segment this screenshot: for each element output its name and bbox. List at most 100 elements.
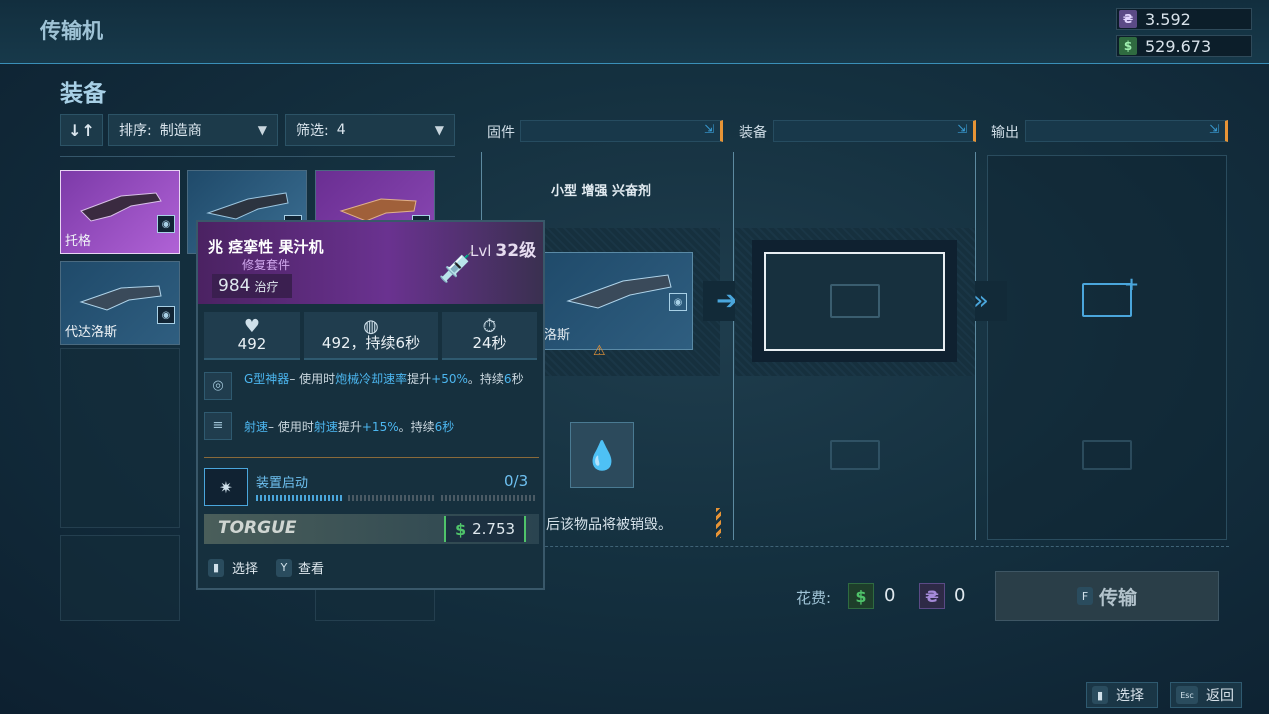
- perk-fire-rate: ≡ 射速– 使用时射速提升+15%。持续6秒: [204, 412, 539, 442]
- output-panel: [987, 155, 1227, 540]
- firmware-label: 固件: [487, 125, 515, 141]
- select-button[interactable]: ▮ 选择: [1086, 682, 1158, 708]
- hint-select: 选择: [232, 562, 259, 577]
- device-activation-icon: ✷: [204, 468, 248, 506]
- back-label: 返回: [1206, 688, 1234, 704]
- filter-label: 筛选:: [296, 123, 329, 139]
- perk-g-artifact: ◎ G型神器– 使用时炮械冷却速率提升+50%。持续6秒: [204, 372, 539, 404]
- warning-text: 后该物品将被销毁。: [546, 517, 672, 533]
- heal-unit: 治疗: [254, 280, 279, 294]
- eridium-icon: ₴: [1119, 10, 1137, 28]
- tooltip-divider: [204, 457, 539, 458]
- sort-direction-button[interactable]: ↓↑: [60, 114, 103, 146]
- cash-icon: $: [848, 583, 874, 609]
- activation-label: 装置启动: [256, 476, 309, 491]
- filter-value: 4: [336, 122, 346, 138]
- cost-cash: 0: [884, 585, 896, 606]
- eridium-balance: ₴ 3.592: [1116, 8, 1252, 30]
- section-title: 装备: [60, 81, 106, 107]
- level-value: 32级: [495, 241, 537, 261]
- item-tooltip: 兆 痉挛性 果汁机 Lvl 32级 修复套件 984 治疗 💉 ♥ 492 ◍ 492，…: [196, 220, 545, 590]
- expand-icon: ⇲: [1208, 122, 1219, 136]
- plus-icon: +: [1124, 274, 1140, 295]
- chevron-down-icon: ▼: [434, 123, 444, 137]
- firmware-title: 小型 增强 兴奋剂: [551, 184, 652, 199]
- cash-value: 529.673: [1145, 36, 1212, 56]
- expand-icon: ⇲: [703, 122, 714, 136]
- sort-label: 排序:: [119, 123, 152, 139]
- stat-cooldown: ⏱ 24秒: [442, 312, 537, 360]
- select-label: 选择: [1116, 688, 1144, 704]
- activation-bar: [256, 495, 343, 501]
- back-button[interactable]: Esc 返回: [1170, 682, 1242, 708]
- gear-header-bar[interactable]: ⇲: [773, 120, 976, 142]
- inventory-item-daedalus[interactable]: ◉ 代达洛斯: [60, 261, 180, 345]
- activation-bar: [441, 495, 537, 501]
- tooltip-item-name: 兆 痉挛性 果汁机: [208, 238, 324, 256]
- transfer-button[interactable]: F 传输: [995, 571, 1219, 621]
- mouse-icon: ▮: [208, 558, 224, 577]
- hint-view: 查看: [298, 562, 325, 577]
- cash-icon: $: [1119, 37, 1137, 55]
- gear-slot[interactable]: [764, 252, 945, 351]
- warning-icon: ⚠: [593, 343, 606, 359]
- expand-icon: ⇲: [956, 122, 967, 136]
- element-badge-icon: ◉: [669, 293, 687, 311]
- health-icon: ♥: [243, 316, 261, 337]
- water-drop-icon: 💧: [570, 422, 634, 488]
- eridium-value: 3.592: [1145, 9, 1191, 29]
- inventory-item-togg[interactable]: ◉ 托格: [60, 170, 180, 254]
- cost-label: 花费:: [796, 589, 832, 607]
- key-y-icon: Y: [276, 558, 293, 577]
- cash-icon: $: [454, 519, 467, 539]
- element-badge-icon: ◉: [157, 215, 175, 233]
- manufacturer-logo: TORGUE: [218, 518, 297, 538]
- element-badge-icon: ◉: [157, 306, 175, 324]
- firmware-item-card[interactable]: ◉ 洛斯: [537, 252, 693, 350]
- empty-slot-icon: [830, 284, 880, 318]
- output-label: 输出: [991, 125, 1019, 141]
- stat-value: 24秒: [472, 334, 507, 352]
- empty-slot: [60, 348, 180, 528]
- eridium-icon: ₴: [919, 583, 945, 609]
- item-price: 2.753: [472, 520, 516, 538]
- sort-dropdown[interactable]: 排序: 制造商 ▼: [108, 114, 278, 146]
- top-bar: [0, 0, 1269, 64]
- warning-stripe: [716, 508, 721, 538]
- empty-slot-icon: [1082, 440, 1132, 470]
- manufacturer-bar: TORGUE $ 2.753: [204, 514, 539, 544]
- item-type: 修复套件: [242, 258, 291, 272]
- firerate-icon: ≡: [204, 412, 232, 440]
- stat-health: ♥ 492: [204, 312, 300, 360]
- empty-slot-icon: [830, 440, 880, 470]
- empty-slot: [60, 535, 180, 621]
- firmware-header-bar[interactable]: ⇲: [520, 120, 723, 142]
- tooltip-header: 兆 痉挛性 果汁机 Lvl 32级 修复套件 984 治疗 💉: [198, 222, 543, 304]
- sort-value: 制造商: [159, 123, 202, 139]
- output-header-bar[interactable]: ⇲: [1025, 120, 1228, 142]
- grenade-icon: ◎: [204, 372, 232, 400]
- gear-panel-line: [733, 152, 734, 540]
- filter-dropdown[interactable]: 筛选: 4 ▼: [285, 114, 455, 146]
- stat-value: 492，持续6秒: [321, 334, 421, 352]
- item-name: 代达洛斯: [65, 325, 118, 340]
- activation-bar: [348, 495, 435, 501]
- key-esc-icon: Esc: [1176, 686, 1198, 704]
- syringe-icon: 💉: [438, 250, 476, 285]
- cost-eridium: 0: [954, 585, 966, 606]
- tooltip-hints: ▮ 选择 Y 查看: [208, 558, 324, 577]
- stat-value: 492: [237, 335, 267, 353]
- transfer-label: 传输: [1098, 586, 1137, 609]
- heal-value: 984: [218, 276, 251, 296]
- item-name: 洛斯: [544, 328, 571, 343]
- stat-duration: ◍ 492，持续6秒: [304, 312, 438, 360]
- activation-count: 0/3: [504, 472, 529, 490]
- mouse-icon: ▮: [1092, 686, 1108, 704]
- grid-divider: [60, 156, 455, 157]
- chevron-down-icon: ▼: [257, 123, 267, 137]
- key-f-icon: F: [1076, 587, 1093, 605]
- output-panel-line: [975, 152, 976, 540]
- panel-divider: [455, 546, 1229, 547]
- page-title: 传输机: [40, 19, 103, 43]
- item-name: 托格: [65, 234, 92, 249]
